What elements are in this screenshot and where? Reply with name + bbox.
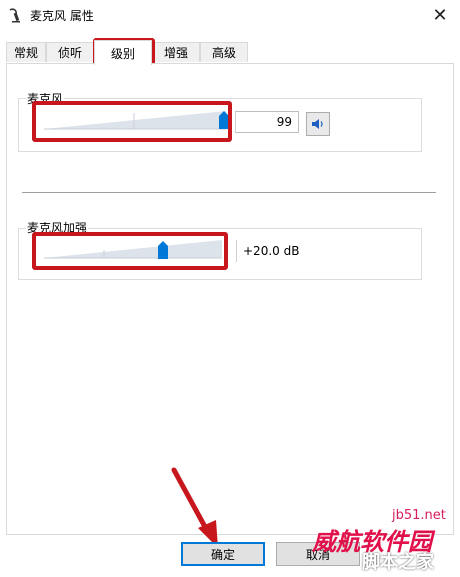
ok-button-label: 确定 [210, 547, 235, 562]
microphone-boost-value: +20.0 dB [236, 240, 302, 262]
microphone-boost-value-text: +20.0 dB [243, 244, 300, 258]
tab-listen[interactable]: 侦听 [46, 42, 94, 62]
tab-label: 侦听 [57, 46, 82, 60]
annotation-box-mic-slider [32, 101, 232, 142]
speaker-icon [312, 119, 323, 129]
tab-advanced[interactable]: 高级 [200, 42, 248, 62]
microphone-mute-button[interactable] [306, 112, 330, 136]
microphone-icon [9, 8, 20, 23]
annotation-arrow [171, 467, 218, 548]
tab-levels[interactable]: 级别 [94, 40, 152, 65]
tab-label: 增强 [163, 46, 188, 60]
close-button[interactable]: ✕ [420, 0, 460, 30]
window-title: 麦克风 属性 [30, 9, 94, 23]
watermark-site: jb51.net [392, 508, 446, 523]
microphone-value-text: 99 [276, 115, 292, 129]
tab-general[interactable]: 常规 [6, 42, 46, 62]
close-icon: ✕ [432, 4, 448, 26]
properties-window: 麦克风 属性 ✕ 常规 侦听 级别 增强 高级 麦克风 99 麦克风加强 +20… [0, 0, 460, 577]
separator-line [22, 192, 436, 193]
tab-enhancements[interactable]: 增强 [152, 42, 200, 62]
title-bar: 麦克风 属性 ✕ [0, 0, 460, 30]
tab-label: 高级 [211, 46, 236, 60]
tab-label: 常规 [13, 46, 38, 60]
ok-button[interactable]: 确定 [181, 542, 265, 566]
microphone-value[interactable]: 99 [235, 111, 299, 133]
watermark-bottom-text: 脚本之家 [362, 552, 434, 573]
annotation-box-boost-slider [32, 232, 228, 270]
tab-label: 级别 [110, 46, 135, 61]
